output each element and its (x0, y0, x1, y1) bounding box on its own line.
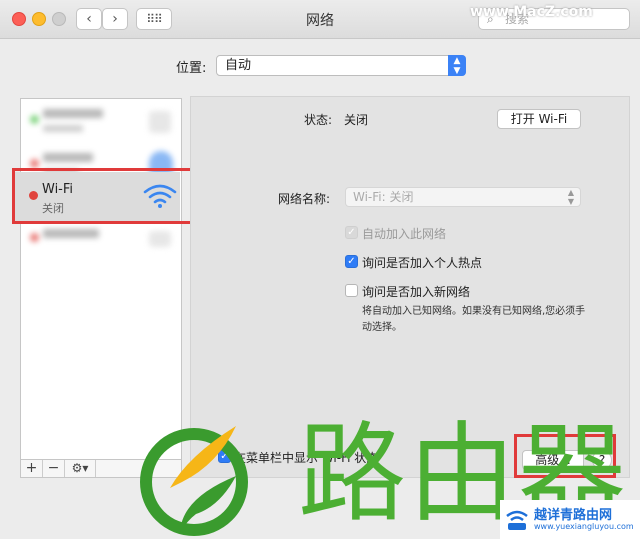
ask-new-network-label: 询问是否加入新网络 (362, 285, 471, 299)
ask-hotspot-checkbox[interactable]: ✓ (345, 255, 358, 268)
network-name-select[interactable]: Wi-Fi: 关闭 ▲ ▼ (345, 187, 581, 207)
highlight-box (12, 168, 216, 224)
network-name-label: 网络名称: (278, 192, 331, 206)
watermark: www.MacZ.com (470, 4, 593, 20)
turn-wifi-on-button[interactable]: 打开 Wi-Fi (497, 109, 581, 129)
location-select[interactable]: 自动 ▲ ▼ (216, 55, 466, 76)
status-label: 状态: (304, 113, 333, 127)
service-list (20, 98, 182, 460)
chevron-updown-icon: ▲ ▼ (567, 188, 574, 206)
service-item-blurred[interactable] (21, 101, 181, 147)
remove-service-button[interactable]: − (43, 460, 65, 477)
brand-name: 越详青路由网 (534, 508, 613, 523)
title-bar: ‹ › ⠿⠿ 网络 ⌕ 搜索 www.MacZ.com (0, 0, 640, 39)
brand-url: www.yuexiangluyou.com (534, 522, 634, 531)
add-service-button[interactable]: + (21, 460, 43, 477)
select-arrows-icon: ▲ ▼ (448, 55, 466, 76)
leaf-logo-icon (140, 426, 248, 536)
location-value: 自动 (225, 58, 252, 73)
router-logo-icon (506, 510, 528, 530)
join-note: 将自动加入已知网络。如果没有已知网络,您必须手动选择。 (362, 306, 586, 333)
auto-join-checkbox[interactable]: ✓ (345, 226, 358, 239)
auto-join-label: 自动加入此网络 (362, 227, 447, 241)
service-item-blurred[interactable] (21, 225, 181, 271)
action-menu-gear-icon[interactable]: ⚙▾ (65, 460, 96, 477)
status-dot (30, 159, 39, 168)
status-dot (30, 233, 39, 242)
status-value: 关闭 (344, 113, 369, 127)
ask-new-network-checkbox[interactable] (345, 284, 358, 297)
network-name-value: Wi-Fi: 关闭 (353, 190, 414, 204)
brand-badge: 越详青路由网 www.yuexiangluyou.com (500, 500, 640, 539)
status-dot (30, 115, 39, 124)
ask-hotspot-label: 询问是否加入个人热点 (362, 256, 483, 270)
location-label: 位置: (176, 61, 207, 76)
